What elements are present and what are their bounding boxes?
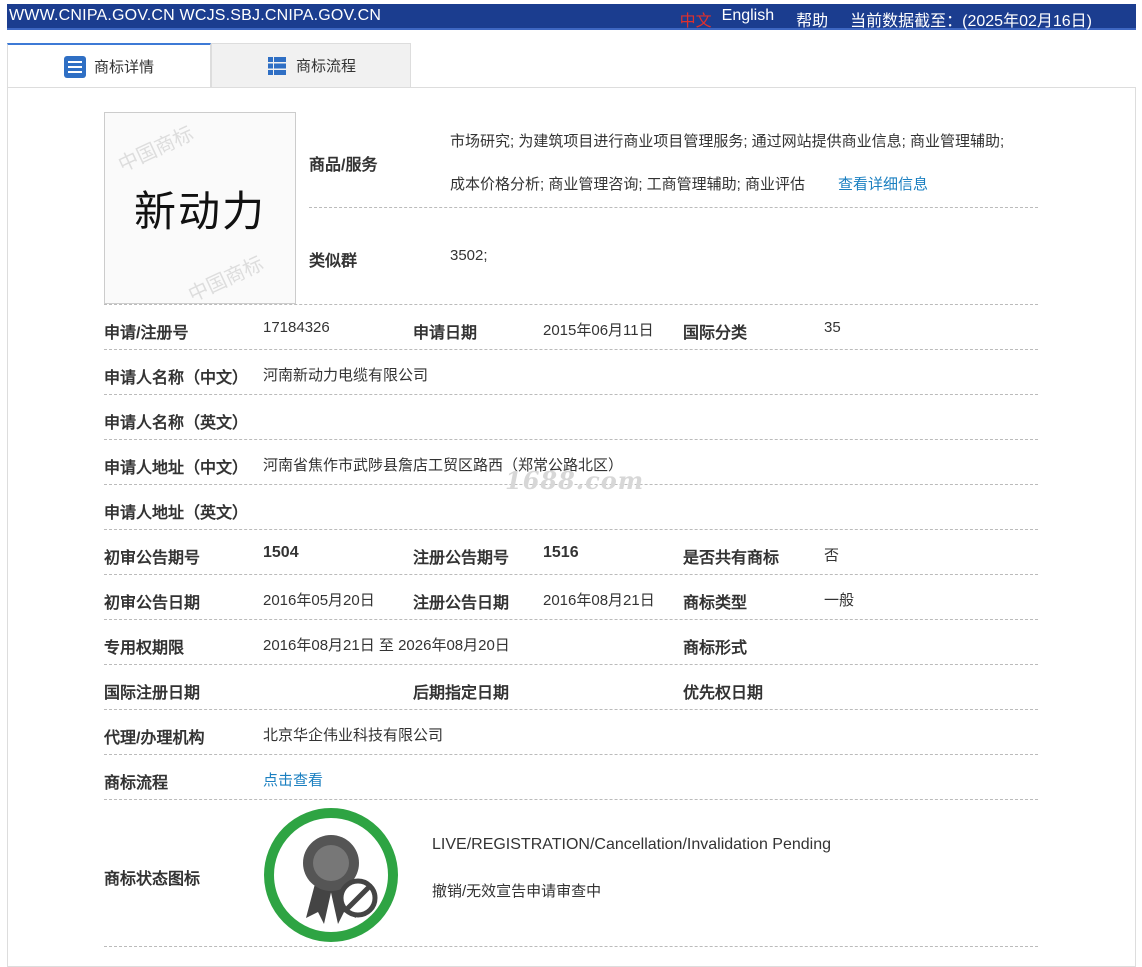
address-cn-label: 申请人地址（中文） (104, 460, 249, 477)
reg-pub-date-label: 注册公告日期 (413, 595, 510, 612)
tm-form-label: 商标形式 (683, 640, 748, 657)
status-english: LIVE/REGISTRATION/Cancellation/Invalidat… (432, 836, 832, 853)
stamp-text: 中国商标 (115, 122, 197, 177)
top-bar: WWW.CNIPA.GOV.CN WCJS.SBJ.CNIPA.GOV.CN 中… (7, 4, 1136, 30)
goods-line-2: 成本价格分析; 商业管理咨询; 工商管理辅助; 商业评估 (450, 176, 806, 193)
lang-chinese-link[interactable]: 中文 (680, 7, 712, 31)
trademark-image: 中国商标 中国商标 新动力 (104, 112, 296, 304)
intl-class-value: 35 (824, 319, 841, 336)
priority-date-label: 优先权日期 (683, 685, 764, 702)
similar-group-value: 3502; (450, 247, 488, 264)
divider (104, 529, 1038, 530)
shared-value: 否 (824, 547, 840, 564)
applicant-cn-value: 河南新动力电缆有限公司 (263, 367, 429, 384)
tab-bar: 商标详情 商标流程 (7, 43, 1136, 88)
prelim-no-value: 1504 (263, 544, 299, 561)
exclusive-label: 专用权期限 (104, 640, 185, 657)
shared-label: 是否共有商标 (683, 550, 780, 567)
applicant-cn-label: 申请人名称（中文） (104, 370, 249, 387)
app-date-label: 申请日期 (413, 325, 478, 342)
divider (104, 946, 1038, 947)
divider (104, 349, 1038, 350)
prelim-date-value: 2016年05月20日 (263, 592, 375, 609)
exclusive-value: 2016年08月21日 至 2026年08月20日 (263, 637, 510, 654)
tm-type-label: 商标类型 (683, 595, 748, 612)
data-date-text: 当前数据截至：(2025年02月16日) (850, 13, 1092, 30)
divider (104, 304, 1038, 305)
list-detail-icon (63, 55, 86, 78)
tm-type-value: 一般 (824, 592, 855, 609)
agent-label: 代理/办理机构 (104, 730, 205, 747)
tab-trademark-process[interactable]: 商标流程 (211, 43, 411, 88)
reg-no-value: 17184326 (263, 319, 330, 336)
divider (104, 574, 1038, 575)
site-urls: WWW.CNIPA.GOV.CN WCJS.SBJ.CNIPA.GOV.CN (9, 7, 382, 24)
status-chinese: 撤销/无效宣告申请审查中 (432, 883, 602, 900)
later-date-label: 后期指定日期 (413, 685, 510, 702)
grid-list-icon (267, 56, 286, 75)
reg-pub-no-label: 注册公告期号 (413, 550, 510, 567)
divider (104, 799, 1038, 800)
process-label: 商标流程 (104, 775, 169, 792)
reg-pub-no-value: 1516 (543, 544, 579, 561)
process-view-link[interactable]: 点击查看 (263, 769, 323, 790)
divider (104, 664, 1038, 665)
divider (309, 207, 1038, 208)
divider (104, 754, 1038, 755)
goods-line-1: 市场研究; 为建筑项目进行商业项目管理服务; 通过网站提供商业信息; 商业管理辅… (450, 133, 1005, 150)
goods-label: 商品/服务 (309, 157, 378, 174)
similar-group-label: 类似群 (309, 253, 358, 270)
tab-label: 商标流程 (295, 58, 356, 75)
reg-no-label: 申请/注册号 (104, 325, 189, 342)
divider (104, 439, 1038, 440)
watermark: 1688.com (505, 466, 645, 495)
address-en-label: 申请人地址（英文） (104, 505, 249, 522)
top-bar-links: 中文 English 帮助 当前数据截至：(2025年02月16日) (680, 7, 1092, 31)
status-icon-label: 商标状态图标 (104, 871, 201, 888)
stamp-text: 中国商标 (185, 252, 267, 304)
divider (104, 394, 1038, 395)
reg-pub-date-value: 2016年08月21日 (543, 592, 655, 609)
help-link[interactable]: 帮助 (796, 7, 828, 31)
prelim-no-label: 初审公告期号 (104, 550, 201, 567)
intl-class-label: 国际分类 (683, 325, 748, 342)
trademark-text: 新动力 (133, 186, 266, 236)
tab-label: 商标详情 (93, 59, 154, 76)
applicant-en-label: 申请人名称（英文） (104, 415, 249, 432)
view-details-link[interactable]: 查看详细信息 (838, 173, 928, 194)
lang-english-link[interactable]: English (722, 7, 774, 31)
app-date-value: 2015年06月11日 (543, 322, 654, 339)
prelim-date-label: 初审公告日期 (104, 595, 201, 612)
divider (104, 709, 1038, 710)
tab-trademark-detail[interactable]: 商标详情 (7, 43, 211, 88)
agent-value: 北京华企伟业科技有限公司 (263, 727, 444, 744)
divider (104, 619, 1038, 620)
intl-reg-date-label: 国际注册日期 (104, 685, 201, 702)
award-ribbon-prohibited-icon (264, 808, 398, 942)
